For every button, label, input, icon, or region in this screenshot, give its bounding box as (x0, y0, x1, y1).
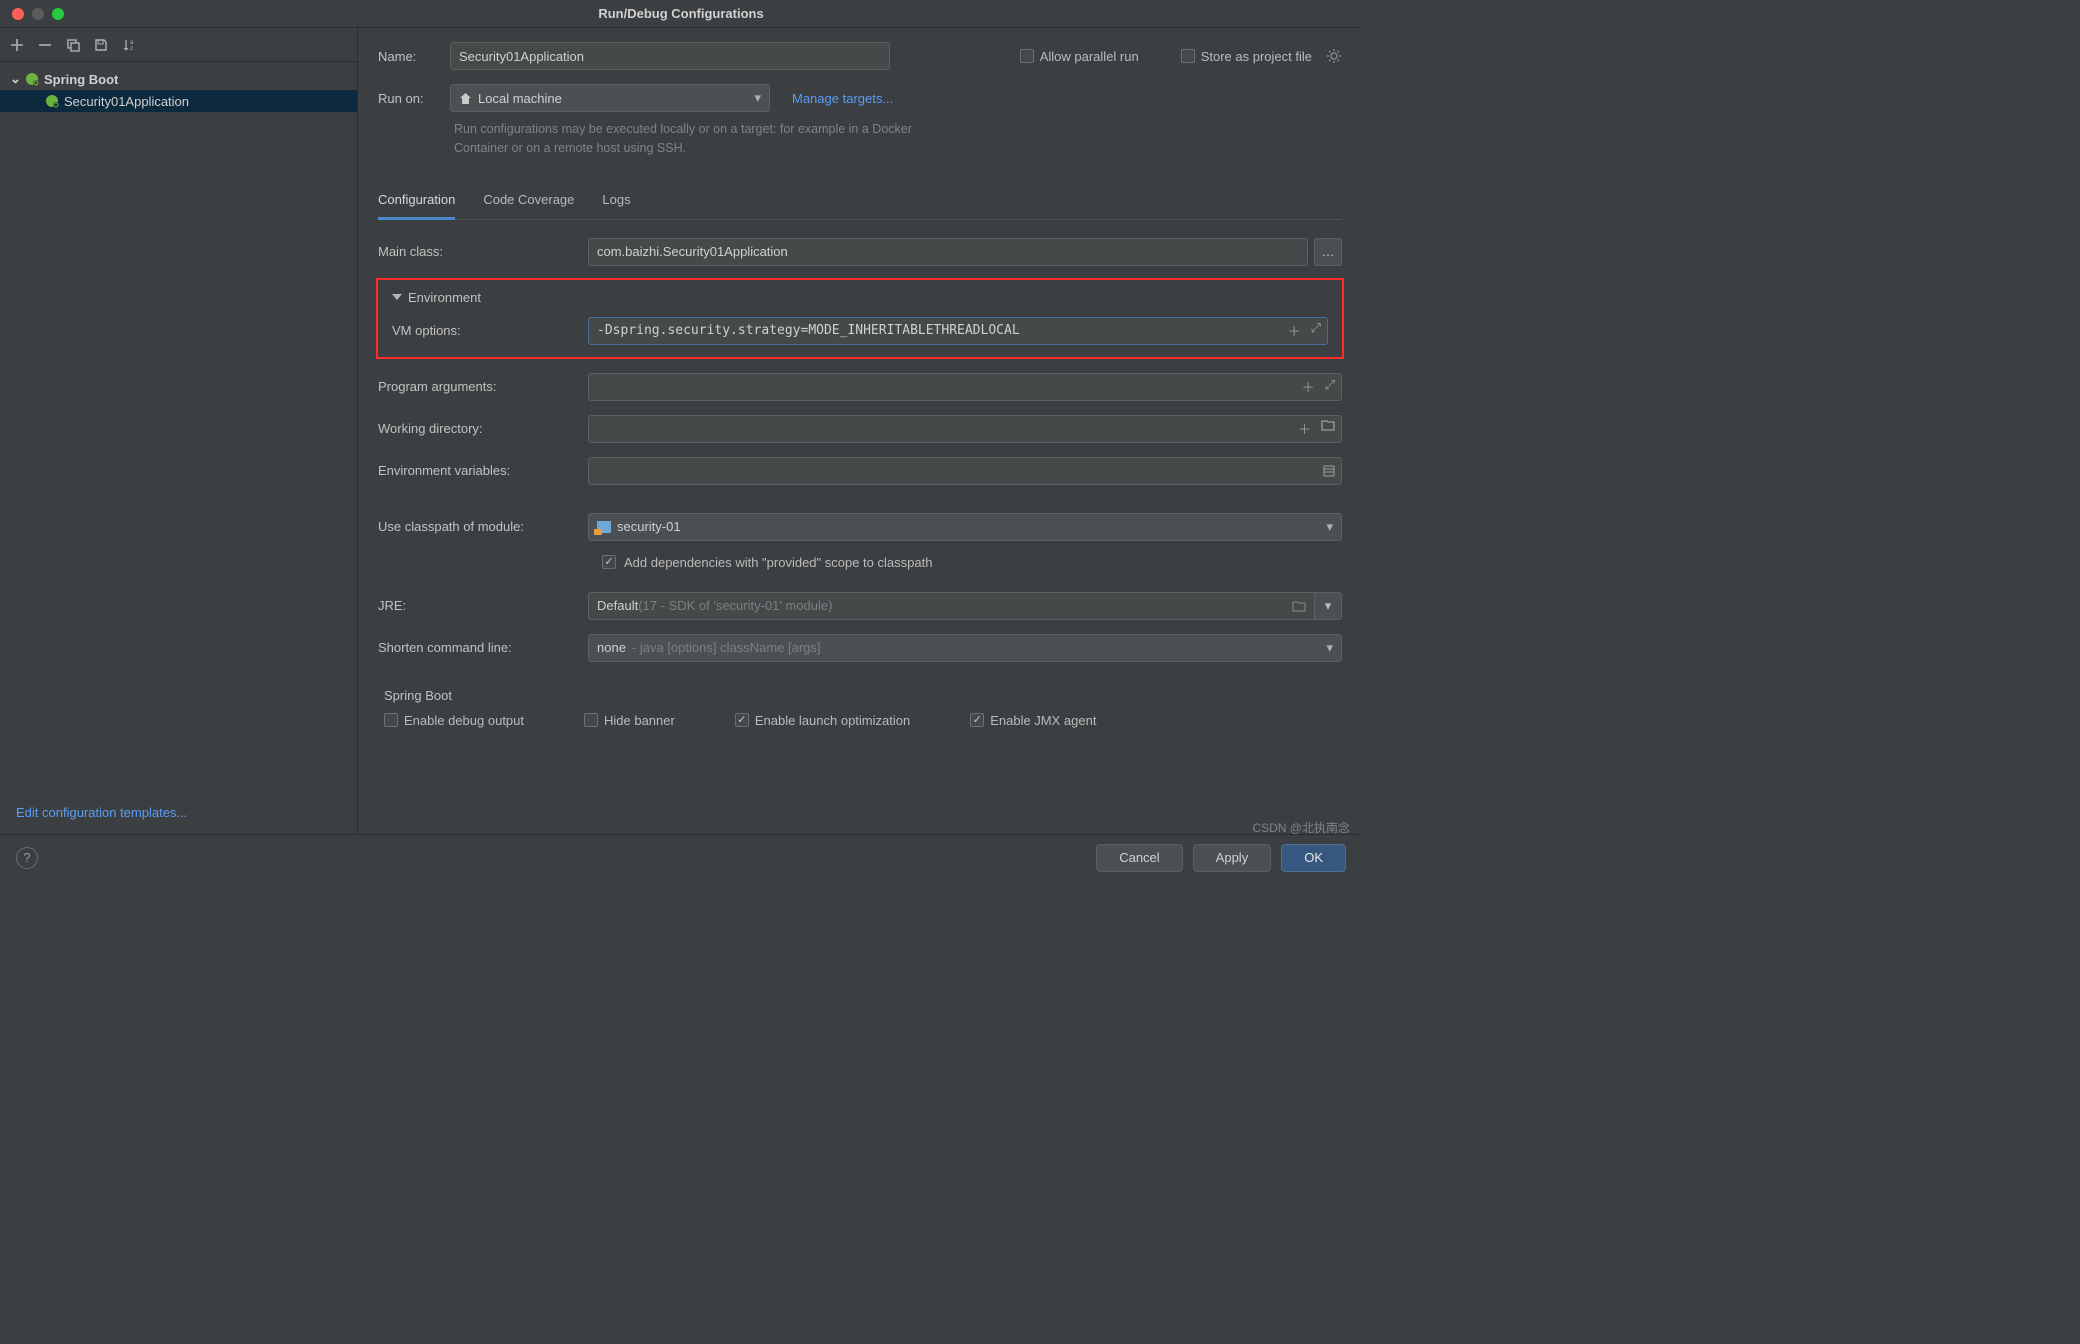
add-icon[interactable]: ＋ (1302, 377, 1315, 396)
sidebar-toolbar: az (0, 28, 357, 62)
enable-debug-checkbox[interactable]: Enable debug output (384, 713, 524, 728)
svg-text:z: z (130, 46, 133, 52)
jre-label: JRE: (378, 598, 588, 613)
shorten-label: Shorten command line: (378, 640, 588, 655)
chevron-down-icon: ▾ (1326, 640, 1333, 656)
working-dir-label: Working directory: (378, 421, 588, 436)
window-title: Run/Debug Configurations (598, 6, 763, 21)
sort-icon[interactable]: az (122, 38, 138, 52)
tree-group-spring-boot[interactable]: ⌄ Spring Boot (0, 68, 357, 90)
save-icon[interactable] (94, 38, 108, 52)
sidebar: az ⌄ Spring Boot Security01Application E… (0, 28, 358, 834)
add-icon[interactable] (10, 38, 24, 52)
manage-targets-link[interactable]: Manage targets... (792, 91, 893, 106)
checkbox-icon (735, 713, 749, 727)
chevron-down-icon: ▾ (1326, 519, 1333, 535)
tree-group-label: Spring Boot (44, 72, 118, 87)
classpath-label: Use classpath of module: (378, 519, 588, 534)
zoom-window-icon[interactable] (52, 8, 64, 20)
provided-scope-label: Add dependencies with "provided" scope t… (624, 555, 932, 570)
window-controls (0, 8, 64, 20)
hide-banner-checkbox[interactable]: Hide banner (584, 713, 675, 728)
vm-options-field[interactable]: -Dspring.security.strategy=MODE_INHERITA… (588, 317, 1328, 345)
add-icon[interactable]: ＋ (1288, 321, 1301, 340)
main-class-field[interactable]: com.baizhi.Security01Application (588, 238, 1308, 266)
environment-section: Environment VM options: -Dspring.securit… (376, 278, 1344, 359)
spring-boot-icon (44, 93, 60, 109)
spring-boot-section: Spring Boot Enable debug output Hide ban… (378, 688, 1342, 728)
checkbox-icon (384, 713, 398, 727)
cancel-button[interactable]: Cancel (1096, 844, 1182, 872)
ok-button[interactable]: OK (1281, 844, 1346, 872)
expand-icon[interactable]: ⤢ (1325, 377, 1335, 396)
chevron-down-icon: ▾ (1325, 598, 1332, 614)
environment-title: Environment (408, 290, 481, 305)
jmx-agent-checkbox[interactable]: Enable JMX agent (970, 713, 1096, 728)
runon-combo[interactable]: Local machine ▾ (450, 84, 770, 112)
shorten-combo[interactable]: none - java [options] className [args] ▾ (588, 634, 1342, 662)
store-project-checkbox[interactable]: Store as project file (1181, 49, 1312, 64)
checkbox-icon (970, 713, 984, 727)
checkbox-icon (1020, 49, 1034, 63)
tab-logs[interactable]: Logs (602, 186, 630, 219)
chevron-down-icon: ▾ (754, 90, 761, 106)
tabs: Configuration Code Coverage Logs (378, 186, 1342, 220)
env-vars-label: Environment variables: (378, 463, 588, 478)
add-icon[interactable]: ＋ (1298, 419, 1311, 438)
vm-options-label: VM options: (392, 323, 588, 338)
edit-templates-link[interactable]: Edit configuration templates... (16, 805, 187, 820)
config-panel: Name: Security01Application Allow parall… (358, 28, 1362, 834)
config-tree: ⌄ Spring Boot Security01Application (0, 62, 357, 795)
program-args-field[interactable]: ＋ ⤢ (588, 373, 1342, 401)
provided-scope-checkbox[interactable] (602, 555, 616, 569)
checkbox-icon (1181, 49, 1195, 63)
runon-label: Run on: (378, 91, 440, 106)
folder-icon[interactable] (1321, 419, 1335, 438)
program-args-label: Program arguments: (378, 379, 588, 394)
titlebar: Run/Debug Configurations (0, 0, 1362, 28)
expand-icon[interactable]: ⤢ (1311, 321, 1321, 340)
allow-parallel-checkbox[interactable]: Allow parallel run (1020, 49, 1139, 64)
tab-configuration[interactable]: Configuration (378, 186, 455, 220)
env-vars-field[interactable] (588, 457, 1342, 485)
apply-button[interactable]: Apply (1193, 844, 1272, 872)
chevron-down-icon[interactable] (392, 294, 402, 300)
tree-item-label: Security01Application (64, 94, 189, 109)
main-class-label: Main class: (378, 244, 588, 259)
runon-hint: Run configurations may be executed local… (454, 120, 954, 158)
list-icon[interactable] (1323, 465, 1335, 477)
launch-opt-checkbox[interactable]: Enable launch optimization (735, 713, 910, 728)
browse-main-class-button[interactable]: … (1314, 238, 1342, 266)
folder-icon[interactable] (1292, 600, 1306, 612)
jre-dropdown-button[interactable]: ▾ (1314, 592, 1342, 620)
home-icon (459, 92, 472, 105)
working-dir-field[interactable]: ＋ (588, 415, 1342, 443)
name-label: Name: (378, 49, 440, 64)
chevron-down-icon: ⌄ (10, 71, 20, 87)
module-icon (597, 521, 611, 533)
gear-icon[interactable] (1326, 48, 1342, 64)
tab-code-coverage[interactable]: Code Coverage (483, 186, 574, 219)
help-button[interactable]: ? (16, 847, 38, 869)
classpath-combo[interactable]: security-01 ▾ (588, 513, 1342, 541)
dialog-footer: ? Cancel Apply OK (0, 834, 1362, 880)
jre-combo[interactable]: Default (17 - SDK of 'security-01' modul… (588, 592, 1342, 620)
name-field[interactable]: Security01Application (450, 42, 890, 70)
minimize-window-icon[interactable] (32, 8, 44, 20)
close-window-icon[interactable] (12, 8, 24, 20)
tree-item-security01[interactable]: Security01Application (0, 90, 357, 112)
remove-icon[interactable] (38, 38, 52, 52)
checkbox-icon (584, 713, 598, 727)
spring-boot-title: Spring Boot (384, 688, 452, 703)
spring-boot-icon (24, 71, 40, 87)
copy-icon[interactable] (66, 38, 80, 52)
